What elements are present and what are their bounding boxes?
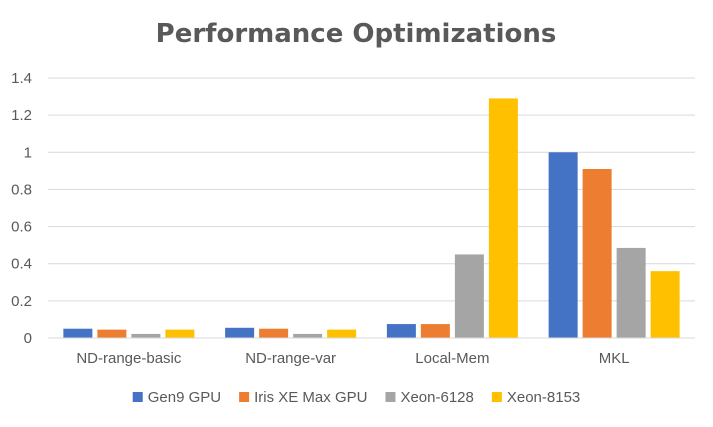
- bar-gen9-gpu-nd-range-var: [225, 327, 255, 338]
- y-tick-label: 0.8: [11, 181, 32, 198]
- legend-item: Xeon-8153: [491, 389, 580, 406]
- legend: Gen9 GPU Iris XE Max GPU Xeon-6128 Xeon-815…: [132, 389, 580, 406]
- y-tick-label: 1: [24, 144, 32, 161]
- legend-swatch: [132, 392, 143, 402]
- bar-gen9-gpu-local-mem: [386, 324, 416, 338]
- legend-item: Xeon-6128: [385, 389, 474, 406]
- bar-gen9-gpu-nd-range-basic: [63, 328, 93, 338]
- y-tick-label: 0.2: [11, 293, 32, 310]
- legend-item: Gen9 GPU: [132, 389, 221, 406]
- bar-iris-xe-max-gpu-mkl: [582, 169, 612, 338]
- x-axis-categories: ND-range-basic ND-range-var Local-Mem MKL: [76, 350, 629, 367]
- bar-xeon-8153-nd-range-var: [327, 329, 357, 338]
- legend-swatch: [239, 392, 250, 402]
- y-tick-label: 0.6: [11, 219, 32, 236]
- x-category-label: ND-range-var: [245, 350, 336, 367]
- legend-item: Iris XE Max GPU: [239, 389, 367, 406]
- legend-label: Xeon-8153: [507, 389, 580, 406]
- y-tick-label: 1.4: [11, 70, 32, 87]
- performance-chart: Performance Optimizations 0 0.2 0.4 0.6 0.8 1…: [11, 19, 695, 406]
- bar-iris-xe-max-gpu-nd-range-basic: [97, 329, 127, 338]
- y-axis-ticks: 0 0.2 0.4 0.6 0.8 1 1.2 1.4: [11, 70, 32, 347]
- legend-swatch: [491, 392, 502, 402]
- y-tick-label: 0: [24, 330, 32, 347]
- bar-iris-xe-max-gpu-local-mem: [420, 324, 450, 338]
- bar-iris-xe-max-gpu-nd-range-var: [259, 328, 289, 338]
- bar-xeon-8153-mkl: [650, 271, 680, 338]
- bar-xeon-6128-local-mem: [454, 254, 484, 338]
- bar-xeon-6128-mkl: [616, 247, 646, 338]
- bar-xeon-8153-local-mem: [488, 98, 518, 338]
- legend-swatch: [385, 392, 396, 402]
- bar-xeon-8153-nd-range-basic: [165, 329, 195, 338]
- y-tick-label: 0.4: [11, 256, 32, 273]
- bar-gen9-gpu-mkl: [548, 152, 578, 338]
- bars: [63, 98, 680, 338]
- y-tick-label: 1.2: [11, 107, 32, 124]
- x-category-label: ND-range-basic: [76, 350, 182, 367]
- legend-label: Gen9 GPU: [148, 389, 221, 406]
- x-category-label: MKL: [599, 350, 630, 367]
- chart-title: Performance Optimizations: [156, 19, 557, 49]
- legend-label: Xeon-6128: [400, 389, 473, 406]
- bar-xeon-6128-nd-range-var: [293, 333, 323, 338]
- bar-xeon-6128-nd-range-basic: [131, 333, 161, 338]
- legend-label: Iris XE Max GPU: [254, 389, 367, 406]
- x-category-label: Local-Mem: [415, 350, 489, 367]
